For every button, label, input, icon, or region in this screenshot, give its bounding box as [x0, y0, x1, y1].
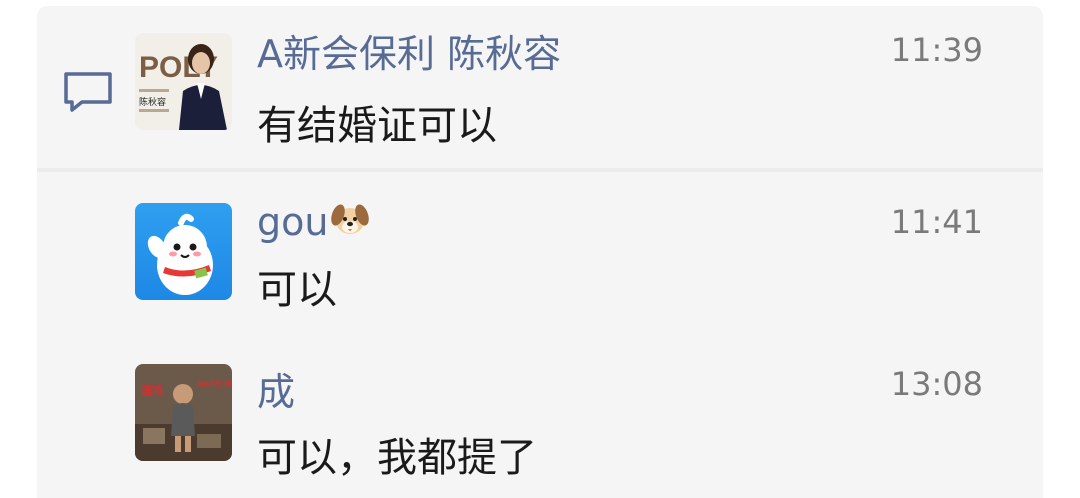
comment-time: 13:08 [890, 365, 983, 403]
author-name[interactable]: A新会保利 陈秋容 [257, 30, 561, 78]
agent-portrait-image: POLY 陈秋容 [135, 33, 232, 130]
comment-text: 有结婚证可以 [257, 103, 497, 149]
comment-text: 可以，我都提了 [257, 435, 537, 481]
author-name-text: gou [257, 200, 329, 244]
comment-text: 可以 [257, 267, 337, 313]
avatar[interactable]: POLY 陈秋容 [135, 33, 232, 130]
poster-title-left: 逃难 [141, 383, 163, 397]
comment-item[interactable]: POLY 陈秋容 A新会保利 陈秋容 11:39 有结婚证可以 [37, 6, 1043, 166]
avatar[interactable] [135, 203, 232, 300]
comments-panel: POLY 陈秋容 A新会保利 陈秋容 11:39 有结婚证可以 gou 11:4… [37, 6, 1043, 498]
avatar-caption: 陈秋容 [139, 96, 166, 107]
comment-time: 11:41 [890, 203, 983, 241]
author-name[interactable]: 成 [257, 368, 295, 416]
divider [37, 168, 1043, 172]
cartoon-mascot-image [135, 203, 232, 300]
dog-face-icon [330, 199, 370, 250]
avatar[interactable]: 逃难 逃难求生之路 [135, 364, 232, 461]
child-poster-image: 逃难 逃难求生之路 [135, 364, 232, 461]
poster-title-right: 逃难求生之路 [197, 380, 232, 388]
comment-item[interactable]: gou 11:41 可以 [37, 176, 1043, 336]
comment-time: 11:39 [890, 31, 983, 69]
comment-item[interactable]: 逃难 逃难求生之路 成 13:08 可以，我都提了 [37, 336, 1043, 498]
comment-bubble-icon[interactable] [62, 70, 114, 114]
author-name[interactable]: gou [257, 198, 370, 250]
